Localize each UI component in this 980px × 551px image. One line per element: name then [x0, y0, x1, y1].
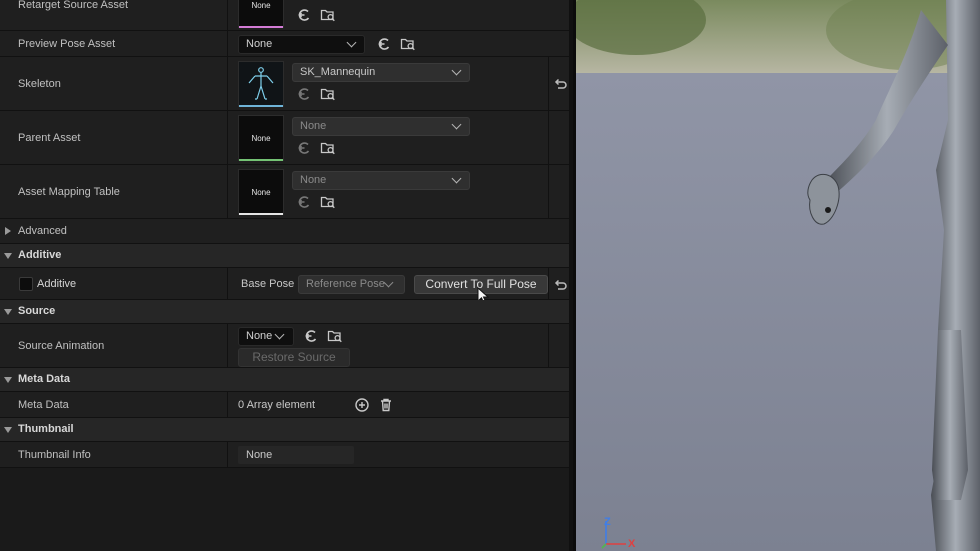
- find-in-content-browser-icon[interactable]: [320, 86, 336, 102]
- additive-category-label: Additive: [18, 249, 62, 261]
- browse-to-asset-icon[interactable]: [296, 194, 312, 210]
- advanced-label: Advanced: [18, 225, 67, 237]
- meta-data-array-count: 0 Array element: [238, 399, 316, 411]
- asset-mapping-table-value: None: [300, 174, 327, 186]
- source-animation-label: Source Animation: [18, 340, 105, 352]
- collapse-arrow-icon: [4, 427, 12, 433]
- find-in-content-browser-icon[interactable]: [320, 140, 336, 156]
- delete-trash-icon[interactable]: [378, 397, 394, 413]
- source-animation-value: None: [246, 330, 273, 342]
- asset-mapping-thumb-text: None: [251, 187, 271, 197]
- source-category[interactable]: Source: [0, 300, 569, 324]
- skeleton-value: SK_Mannequin: [300, 66, 376, 78]
- base-pose-combo[interactable]: Reference Pose: [298, 275, 405, 294]
- skeleton-combo[interactable]: SK_Mannequin: [292, 63, 470, 82]
- find-in-content-browser-icon[interactable]: [400, 36, 416, 52]
- parent-asset-thumb-text: None: [251, 133, 271, 143]
- viewport-scene: [576, 0, 980, 551]
- additive-category[interactable]: Additive: [0, 244, 569, 268]
- add-element-icon[interactable]: [354, 397, 370, 413]
- asset-mapping-table-thumbnail[interactable]: None: [238, 169, 284, 215]
- additive-checkbox-label: Additive: [37, 278, 77, 290]
- parent-asset-combo[interactable]: None: [292, 117, 470, 136]
- meta-data-category-label: Meta Data: [18, 373, 70, 385]
- reset-to-default-icon[interactable]: [552, 277, 568, 293]
- additive-row: Additive Base Pose Reference Pose Conver…: [0, 268, 569, 305]
- thumbnail-category-label: Thumbnail: [18, 423, 74, 435]
- base-pose-value: Reference Pose: [306, 278, 385, 290]
- parent-asset-value: None: [300, 120, 327, 132]
- retarget-source-thumb-text: None: [251, 0, 271, 10]
- thumbnail-info-label: Thumbnail Info: [18, 449, 91, 461]
- source-animation-row: Source Animation None Restore Source: [0, 324, 569, 368]
- preview-pose-asset-label: Preview Pose Asset: [18, 38, 116, 50]
- find-in-content-browser-icon[interactable]: [320, 194, 336, 210]
- restore-source-button[interactable]: Restore Source: [238, 348, 350, 367]
- skeleton-label: Skeleton: [18, 78, 61, 90]
- skeleton-row: Skeleton SK_Mannequin: [0, 57, 569, 111]
- find-in-content-browser-icon[interactable]: [320, 7, 336, 23]
- skeleton-thumbnail[interactable]: [238, 61, 284, 107]
- meta-data-label: Meta Data: [18, 399, 69, 411]
- additive-checkbox[interactable]: [19, 277, 33, 291]
- preview-pose-asset-row: Preview Pose Asset None: [0, 31, 569, 57]
- thumbnail-info-row: Thumbnail Info None: [0, 442, 569, 468]
- chevron-down-icon: [346, 37, 357, 48]
- axis-z-label: Z: [604, 516, 611, 528]
- skeleton-mannequin-icon: [248, 67, 274, 100]
- meta-data-row: Meta Data 0 Array element: [0, 392, 569, 418]
- source-category-label: Source: [18, 305, 56, 317]
- retarget-source-asset-label: Retarget Source Asset: [18, 0, 129, 11]
- chevron-down-icon: [451, 119, 462, 130]
- browse-to-asset-icon[interactable]: [303, 328, 319, 344]
- thumbnail-info-value[interactable]: None: [238, 446, 354, 464]
- expand-arrow-icon[interactable]: [5, 227, 11, 235]
- chevron-down-icon: [383, 277, 394, 288]
- browse-to-asset-icon[interactable]: [296, 86, 312, 102]
- collapse-arrow-icon: [4, 377, 12, 383]
- parent-asset-thumbnail[interactable]: None: [238, 115, 284, 161]
- collapse-arrow-icon: [4, 309, 12, 315]
- base-pose-label: Base Pose: [241, 278, 295, 290]
- find-in-content-browser-icon[interactable]: [327, 328, 343, 344]
- chevron-down-icon: [451, 173, 462, 184]
- viewport[interactable]: Z X: [576, 0, 980, 551]
- chevron-down-icon: [451, 65, 462, 76]
- preview-pose-asset-value: None: [246, 38, 273, 50]
- preview-pose-asset-combo[interactable]: None: [238, 35, 365, 54]
- reset-to-default-icon[interactable]: [552, 76, 568, 92]
- asset-mapping-table-row: Asset Mapping Table None None: [0, 165, 569, 219]
- source-animation-combo[interactable]: None: [238, 327, 294, 346]
- retarget-source-thumbnail[interactable]: None: [238, 0, 284, 28]
- collapse-arrow-icon: [4, 253, 12, 259]
- retarget-source-asset-row: Retarget Source Asset None: [0, 0, 569, 31]
- asset-mapping-table-combo[interactable]: None: [292, 171, 470, 190]
- parent-asset-label: Parent Asset: [18, 132, 81, 144]
- advanced-row[interactable]: Advanced: [0, 219, 569, 244]
- meta-data-category[interactable]: Meta Data: [0, 368, 569, 392]
- details-panel: Retarget Source Asset None Preview Pose …: [0, 0, 569, 551]
- parent-asset-row: Parent Asset None None: [0, 111, 569, 165]
- chevron-down-icon: [274, 329, 285, 340]
- asset-mapping-table-label: Asset Mapping Table: [18, 186, 120, 198]
- axis-x-label: X: [628, 538, 636, 550]
- browse-to-asset-icon[interactable]: [376, 36, 392, 52]
- browse-to-asset-icon[interactable]: [296, 7, 312, 23]
- browse-to-asset-icon[interactable]: [296, 140, 312, 156]
- thumbnail-category[interactable]: Thumbnail: [0, 418, 569, 442]
